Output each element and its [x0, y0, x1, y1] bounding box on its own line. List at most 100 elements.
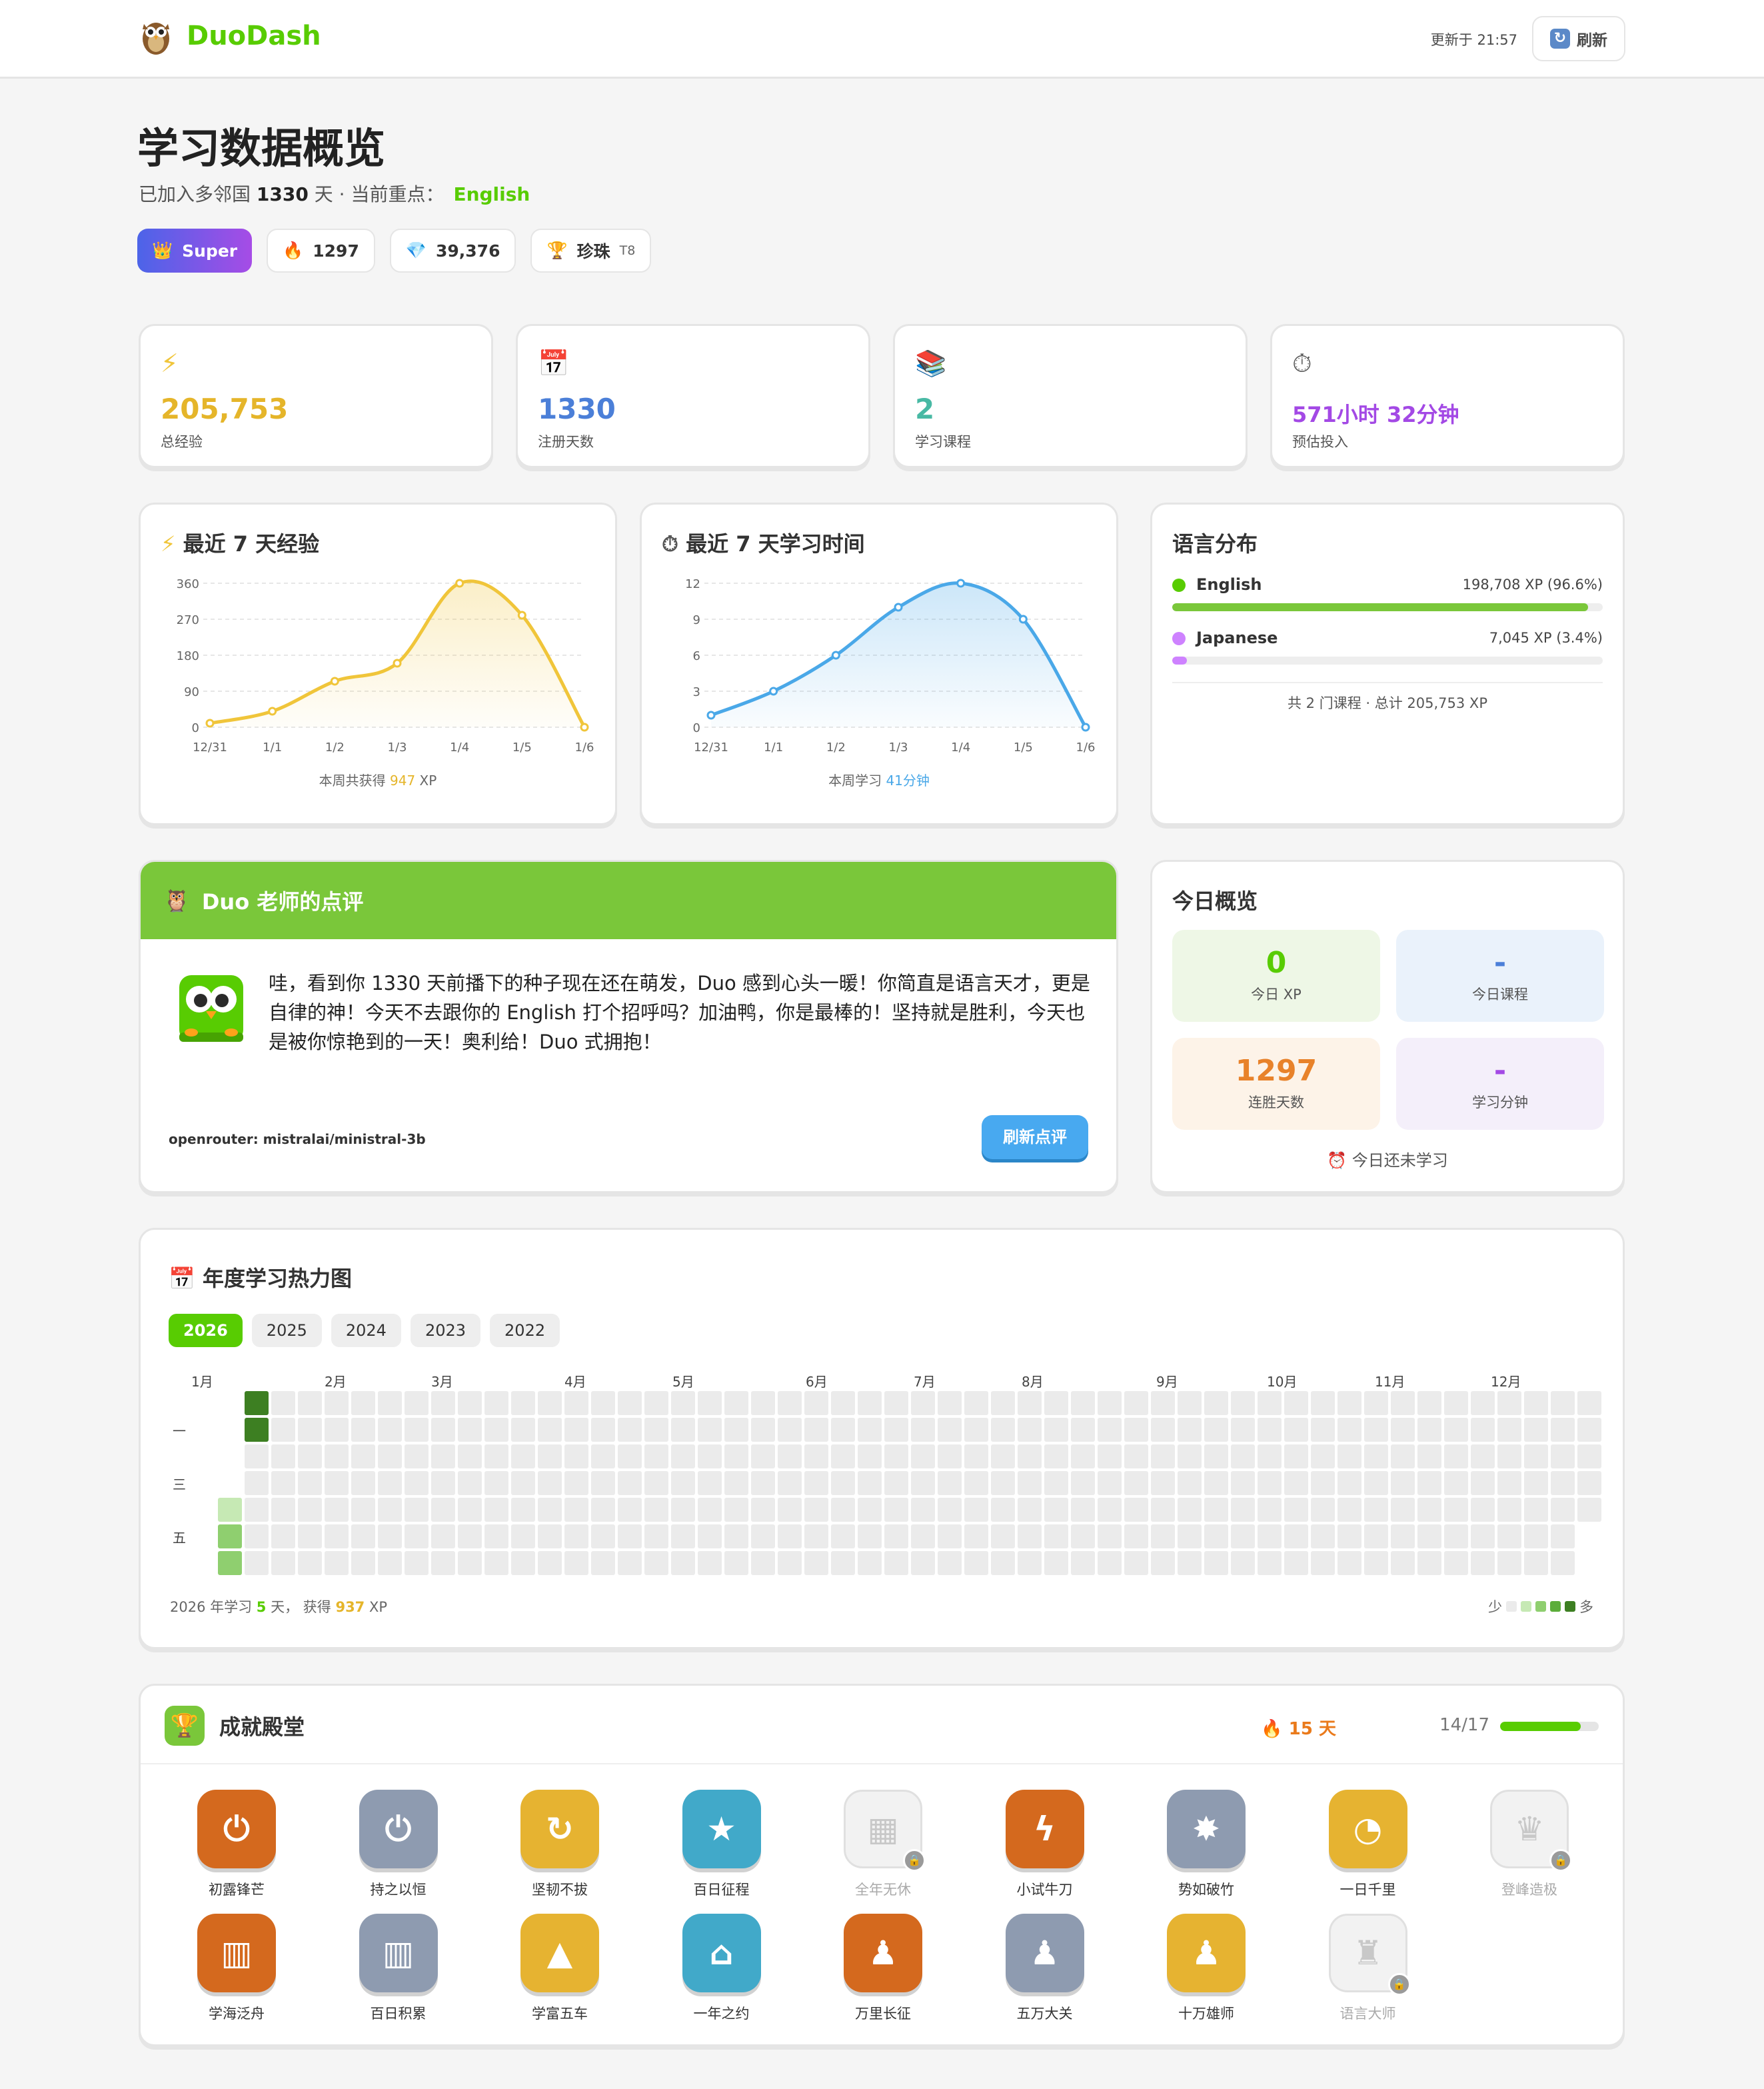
heatmap-cell — [1417, 1498, 1441, 1522]
year-tab-2024[interactable]: 2024 — [331, 1314, 401, 1347]
achievement-badge[interactable]: ⌂ 一年之约 — [655, 1914, 788, 2023]
heatmap-cell — [298, 1524, 322, 1548]
heatmap-cell — [431, 1471, 455, 1495]
achievement-badge[interactable]: ▦ 🔒 全年无休 — [816, 1790, 950, 1899]
heatmap-cell — [405, 1471, 429, 1495]
heatmap-cell — [351, 1551, 375, 1575]
time-chart: 0 3 6 9 12 12/31 1/1 1/2 1/3 1/4 1/5 1/6 — [685, 577, 1096, 755]
achievement-badge[interactable]: ★ 百日征程 — [655, 1790, 788, 1899]
heatmap-cell — [1524, 1498, 1548, 1522]
xp-chart: 0 90 180 270 360 12/31 1/1 1/2 1/3 1/4 1/5 1/6 — [177, 577, 594, 755]
heatmap-cell — [591, 1498, 615, 1522]
owl-icon: 🦉 — [163, 888, 190, 913]
heatmap-cell — [1577, 1418, 1601, 1442]
heatmap-cell — [511, 1551, 535, 1575]
heatmap-cell — [1178, 1418, 1202, 1442]
heatmap-cell — [804, 1498, 828, 1522]
summary-suffix: XP — [365, 1599, 388, 1615]
achievement-label: 小试牛刀 — [1016, 1882, 1073, 1898]
achievement-badge[interactable]: ⏻ 持之以恒 — [332, 1790, 465, 1899]
heatmap-cell — [858, 1551, 882, 1575]
achievement-badge[interactable]: ♟ 万里长征 — [816, 1914, 950, 2023]
heatmap-cell — [991, 1498, 1015, 1522]
language-progress-bar — [1172, 603, 1603, 611]
refresh-review-button[interactable]: 刷新点评 — [982, 1115, 1088, 1159]
language-progress-bar — [1172, 657, 1603, 665]
heatmap-cell — [858, 1471, 882, 1495]
achievement-badge[interactable]: ↻ 坚韧不拔 — [493, 1790, 626, 1899]
heatmap-cell — [1018, 1551, 1042, 1575]
y-tick-label: 0 — [192, 721, 199, 735]
heatmap-cell — [1311, 1418, 1335, 1442]
fire-icon: 🔥 — [1261, 1719, 1283, 1739]
stat-card-courses: 📚 2 学习课程 — [893, 324, 1248, 468]
achievement-badge[interactable]: ◔ 一日千里 — [1302, 1790, 1435, 1899]
month-label: 2月 — [325, 1374, 347, 1390]
achievement-label: 持之以恒 — [370, 1882, 427, 1898]
xp-chart-footer: 本周共获得 947 XP — [141, 770, 615, 789]
refresh-button[interactable]: ↻ 刷新 — [1532, 16, 1625, 61]
heatmap-cell — [698, 1444, 722, 1468]
achievements-title: 成就殿堂 — [219, 1714, 305, 1740]
year-tab-2022[interactable]: 2022 — [490, 1314, 560, 1347]
achievement-badge[interactable]: ♟ 五万大关 — [978, 1914, 1112, 2023]
heatmap-cell — [1098, 1391, 1122, 1415]
heatmap-cell — [1178, 1524, 1202, 1548]
heatmap-cell — [618, 1418, 642, 1442]
heatmap-cell — [431, 1551, 455, 1575]
achievement-badge[interactable]: ▥ 学海泛舟 — [170, 1914, 303, 2023]
heatmap-cell — [911, 1391, 935, 1415]
achievement-badge[interactable]: ϟ 小试牛刀 — [978, 1790, 1112, 1899]
heatmap-cell — [698, 1391, 722, 1415]
heatmap-cell — [1444, 1498, 1468, 1522]
heatmap-cell — [245, 1471, 269, 1495]
heatmap-cell — [1151, 1418, 1175, 1442]
heatmap-cell — [484, 1551, 508, 1575]
heatmap-cell — [378, 1498, 402, 1522]
joined-prefix: 已加入多邻国 — [139, 183, 257, 205]
heatmap-cell — [1391, 1551, 1415, 1575]
data-point — [205, 719, 215, 728]
heatmap-cell — [458, 1471, 482, 1495]
heatmap-cell — [911, 1551, 935, 1575]
language-row-english: English 198,708 XP (96.6%) — [1172, 575, 1603, 611]
achievement-badge[interactable]: ✸ 势如破竹 — [1140, 1790, 1273, 1899]
x-tick-label: 1/5 — [1014, 741, 1033, 755]
achievement-badge[interactable]: ▥ 百日积累 — [332, 1914, 465, 2023]
heatmap-cell — [618, 1444, 642, 1468]
review-header: 🦉 Duo 老师的点评 — [141, 862, 1116, 939]
trophy-icon: 🏆 — [546, 241, 568, 260]
review-text: 哇，看到你 1330 天前播下的种子现在还在萌发，Duo 感到心头一暖！你简直是… — [269, 972, 1090, 1053]
heatmap-cell — [858, 1498, 882, 1522]
heatmap-cell — [751, 1444, 775, 1468]
heatmap-cell — [618, 1471, 642, 1495]
heatmap-cell — [644, 1524, 668, 1548]
tile-label: 今日 XP — [1251, 987, 1302, 1003]
brand[interactable]: DuoDash — [139, 16, 321, 56]
heatmap-cell — [1471, 1551, 1495, 1575]
achievement-badge[interactable]: ♛ 🔒 登峰造极 — [1463, 1790, 1596, 1899]
heatmap-cell — [671, 1524, 695, 1548]
achievement-badge[interactable]: ▲ 学富五车 — [493, 1914, 626, 2023]
achievement-badge[interactable]: ♜ 🔒 语言大师 — [1302, 1914, 1435, 2023]
x-tick-label: 1/6 — [1076, 741, 1096, 755]
year-tab-2025[interactable]: 2025 — [251, 1314, 322, 1347]
data-point — [1081, 723, 1090, 732]
achievement-label: 万里长征 — [855, 2006, 911, 2022]
heatmap-cell — [831, 1391, 855, 1415]
heatmap-cell — [511, 1498, 535, 1522]
data-point — [956, 579, 966, 588]
year-tab-2023[interactable]: 2023 — [410, 1314, 481, 1347]
heatmap-cell — [325, 1391, 349, 1415]
heatmap-cell — [431, 1498, 455, 1522]
heatmap-cell — [218, 1524, 242, 1548]
year-tab-2026[interactable]: 2026 — [169, 1314, 243, 1347]
achievement-badge[interactable]: ⏻ 初露锋芒 — [170, 1790, 303, 1899]
legend-less: 少 — [1488, 1599, 1502, 1615]
achievement-badge[interactable]: ♟ 十万雄师 — [1140, 1914, 1273, 2023]
heatmap-cell — [271, 1551, 295, 1575]
achievement-label: 一年之约 — [693, 2006, 750, 2022]
heatmap-cell — [1391, 1418, 1415, 1442]
heatmap-cell — [218, 1551, 242, 1575]
achievement-icon: ↻ — [520, 1790, 599, 1868]
